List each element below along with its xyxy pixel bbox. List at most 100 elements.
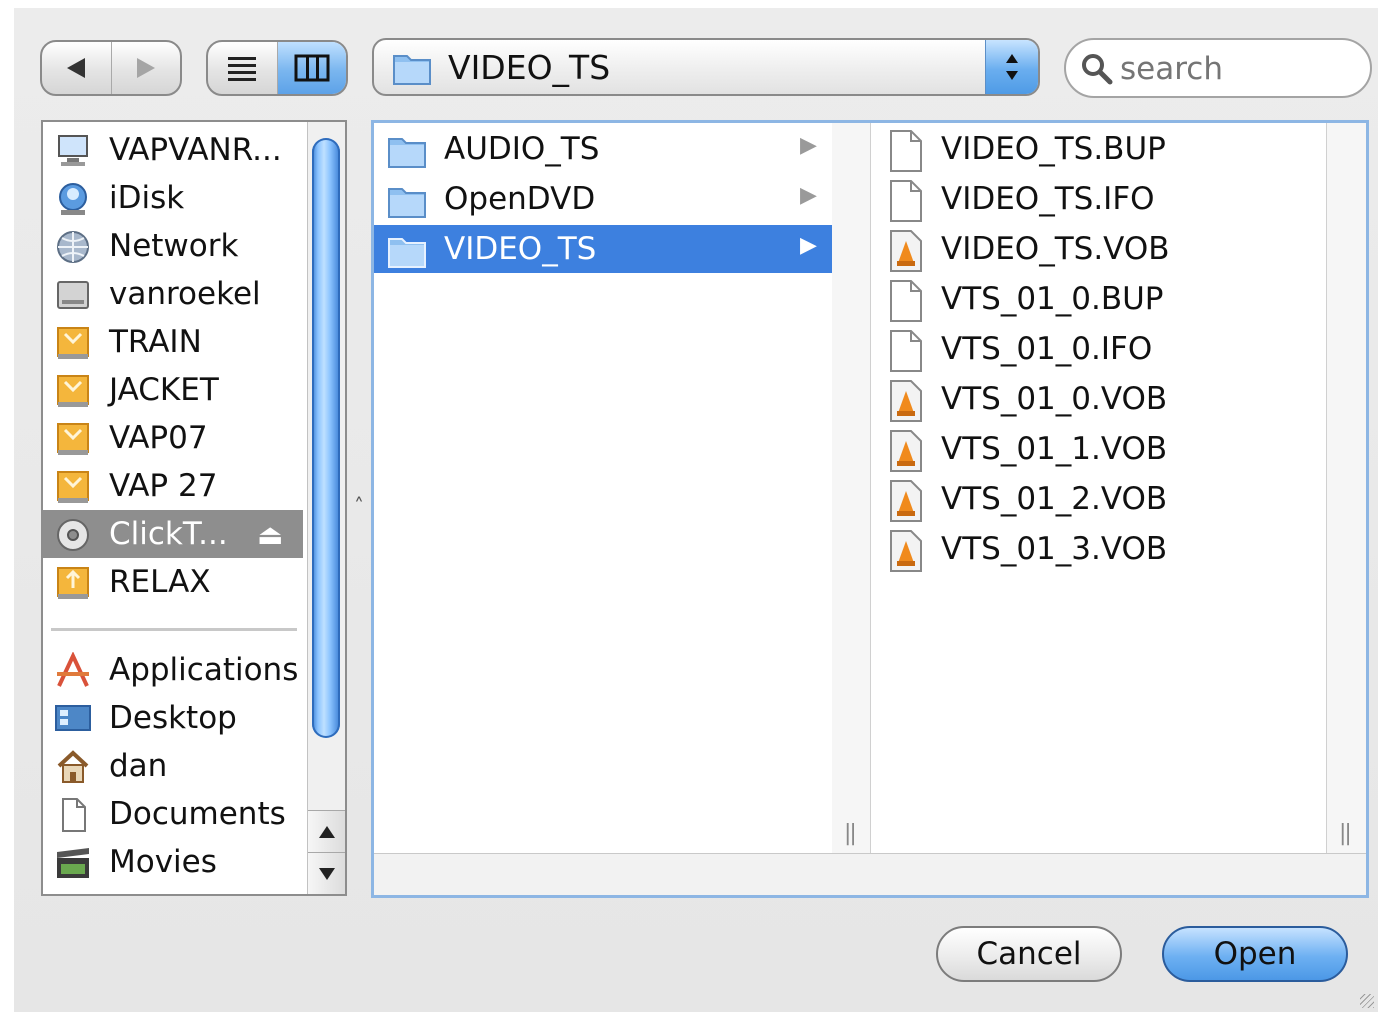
list-item[interactable]: VTS_01_0.BUP xyxy=(871,275,1326,325)
forward-button[interactable] xyxy=(110,42,181,94)
drive-icon xyxy=(57,423,89,455)
list-view-button[interactable] xyxy=(208,42,277,94)
list-item[interactable]: VTS_01_0.VOB xyxy=(871,375,1326,425)
up-down-arrows-icon xyxy=(1006,54,1018,80)
path-popup[interactable]: VIDEO_TS xyxy=(372,38,1040,96)
sidebar-item-label: Documents xyxy=(109,796,286,832)
sidebar-divider xyxy=(51,628,297,631)
folder-icon xyxy=(393,55,431,85)
sidebar-item-vap07[interactable]: VAP07 xyxy=(43,414,303,462)
sidebar-item-label: ClickT... xyxy=(109,516,228,552)
list-item[interactable]: VTS_01_1.VOB xyxy=(871,425,1326,475)
hard-drive-icon xyxy=(57,281,89,309)
sidebar-item-label: Movies xyxy=(109,844,217,880)
sidebar-item-applications[interactable]: Applications xyxy=(43,646,303,694)
forward-arrow-icon xyxy=(136,58,155,78)
sidebar-item-vanroekel[interactable]: vanroekel xyxy=(43,270,303,318)
browser-column-2: VIDEO_TS.BUP VIDEO_TS.IFO VIDEO_TS.VOB V… xyxy=(871,123,1326,853)
resize-grip[interactable] xyxy=(1360,994,1374,1008)
sidebar-item-label: Desktop xyxy=(109,700,237,736)
scroll-down-button[interactable] xyxy=(308,852,345,894)
back-button[interactable] xyxy=(42,42,111,94)
horizontal-scrollbar[interactable] xyxy=(374,853,1366,895)
document-icon xyxy=(890,180,922,222)
vlc-file-icon xyxy=(890,480,922,522)
chevron-up-icon xyxy=(319,826,335,838)
list-item-label: VIDEO_TS.BUP xyxy=(941,131,1166,167)
list-item-selected[interactable]: VIDEO_TS ▶ xyxy=(374,225,832,273)
column-browser: AUDIO_TS ▶ OpenDVD ▶ VIDEO_TS ▶ || VIDEO… xyxy=(371,120,1369,898)
sidebar-scrollbar[interactable] xyxy=(307,122,345,894)
list-item[interactable]: OpenDVD ▶ xyxy=(374,175,832,223)
sidebar-item-jacket[interactable]: JACKET xyxy=(43,366,303,414)
vlc-file-icon xyxy=(890,530,922,572)
sidebar-item-label: VAP 27 xyxy=(109,468,218,504)
document-icon xyxy=(890,280,922,322)
folder-icon xyxy=(388,238,426,268)
drive-icon xyxy=(57,327,89,359)
sidebar-item-vapvanr[interactable]: VAPVANR... xyxy=(43,126,303,174)
sidebar-item-desktop[interactable]: Desktop xyxy=(43,694,303,742)
list-item[interactable]: VTS_01_0.IFO xyxy=(871,325,1326,375)
column-view-button[interactable] xyxy=(276,42,346,94)
home-icon xyxy=(57,750,89,783)
list-item[interactable]: VTS_01_2.VOB xyxy=(871,475,1326,525)
list-item[interactable]: VIDEO_TS.IFO xyxy=(871,175,1326,225)
disclosure-arrow-icon: ▶ xyxy=(800,183,817,208)
search-icon xyxy=(1082,54,1113,85)
list-item-label: VIDEO_TS.IFO xyxy=(941,181,1155,217)
column-resizer[interactable]: || xyxy=(1326,123,1366,853)
list-item[interactable]: VTS_01_3.VOB xyxy=(871,525,1326,575)
sidebar-item-label: iDisk xyxy=(109,180,185,216)
sidebar-item-movies[interactable]: Movies xyxy=(43,838,303,886)
document-icon xyxy=(890,130,922,172)
search-field[interactable] xyxy=(1064,38,1372,98)
list-item-label: VTS_01_3.VOB xyxy=(941,531,1168,567)
sidebar-item-label: RELAX xyxy=(109,564,211,600)
desktop-icon xyxy=(55,705,91,731)
list-item-label: VTS_01_1.VOB xyxy=(941,431,1168,467)
eject-icon[interactable]: ⏏ xyxy=(257,518,283,551)
network-icon xyxy=(57,231,89,263)
sidebar-item-label: VAPVANR... xyxy=(109,132,282,168)
computer-icon xyxy=(58,135,88,166)
drive-icon xyxy=(57,471,89,503)
sidebar-item-label: Network xyxy=(109,228,239,264)
idisk-icon xyxy=(59,183,87,215)
list-item[interactable]: VIDEO_TS.BUP xyxy=(871,125,1326,175)
open-dialog: VIDEO_TS VAPVANR... iDisk Network xyxy=(14,8,1378,1012)
sidebar-item-idisk[interactable]: iDisk xyxy=(43,174,303,222)
list-item[interactable]: AUDIO_TS ▶ xyxy=(374,125,832,173)
list-item-label: VIDEO_TS xyxy=(444,231,597,267)
sidebar-item-clickt[interactable]: ClickT... ⏏ xyxy=(43,510,303,558)
sidebar-item-label: Applications xyxy=(109,652,299,688)
sidebar-item-relax[interactable]: RELAX xyxy=(43,558,303,606)
column-view-icon xyxy=(294,54,330,82)
document-icon xyxy=(890,330,922,372)
sidebar-item-documents[interactable]: Documents xyxy=(43,790,303,838)
open-button[interactable]: Open xyxy=(1162,926,1348,982)
splitter-handle[interactable]: ˄ xyxy=(354,494,364,518)
list-item-label: VTS_01_0.BUP xyxy=(941,281,1164,317)
popup-stepper[interactable] xyxy=(985,40,1038,94)
dvd-disc-icon xyxy=(57,519,89,551)
list-item-label: VTS_01_2.VOB xyxy=(941,481,1168,517)
list-item-label: AUDIO_TS xyxy=(444,131,600,167)
search-input[interactable] xyxy=(1118,50,1352,88)
back-arrow-icon xyxy=(67,58,86,78)
sidebar-item-network[interactable]: Network xyxy=(43,222,303,270)
documents-icon xyxy=(62,798,86,832)
nav-buttons xyxy=(40,40,182,96)
sidebar-item-vap27[interactable]: VAP 27 xyxy=(43,462,303,510)
path-popup-label: VIDEO_TS xyxy=(448,48,611,87)
sidebar-scroll-thumb[interactable] xyxy=(312,138,340,738)
applications-icon xyxy=(57,652,89,687)
sidebar: VAPVANR... iDisk Network vanroekel TRAIN… xyxy=(41,120,347,896)
list-item-label: OpenDVD xyxy=(444,181,596,217)
sidebar-item-train[interactable]: TRAIN xyxy=(43,318,303,366)
sidebar-item-dan[interactable]: dan xyxy=(43,742,303,790)
list-item[interactable]: VIDEO_TS.VOB xyxy=(871,225,1326,275)
cancel-button[interactable]: Cancel xyxy=(936,926,1122,982)
scroll-up-button[interactable] xyxy=(308,810,345,853)
column-resizer[interactable]: || xyxy=(832,123,871,853)
